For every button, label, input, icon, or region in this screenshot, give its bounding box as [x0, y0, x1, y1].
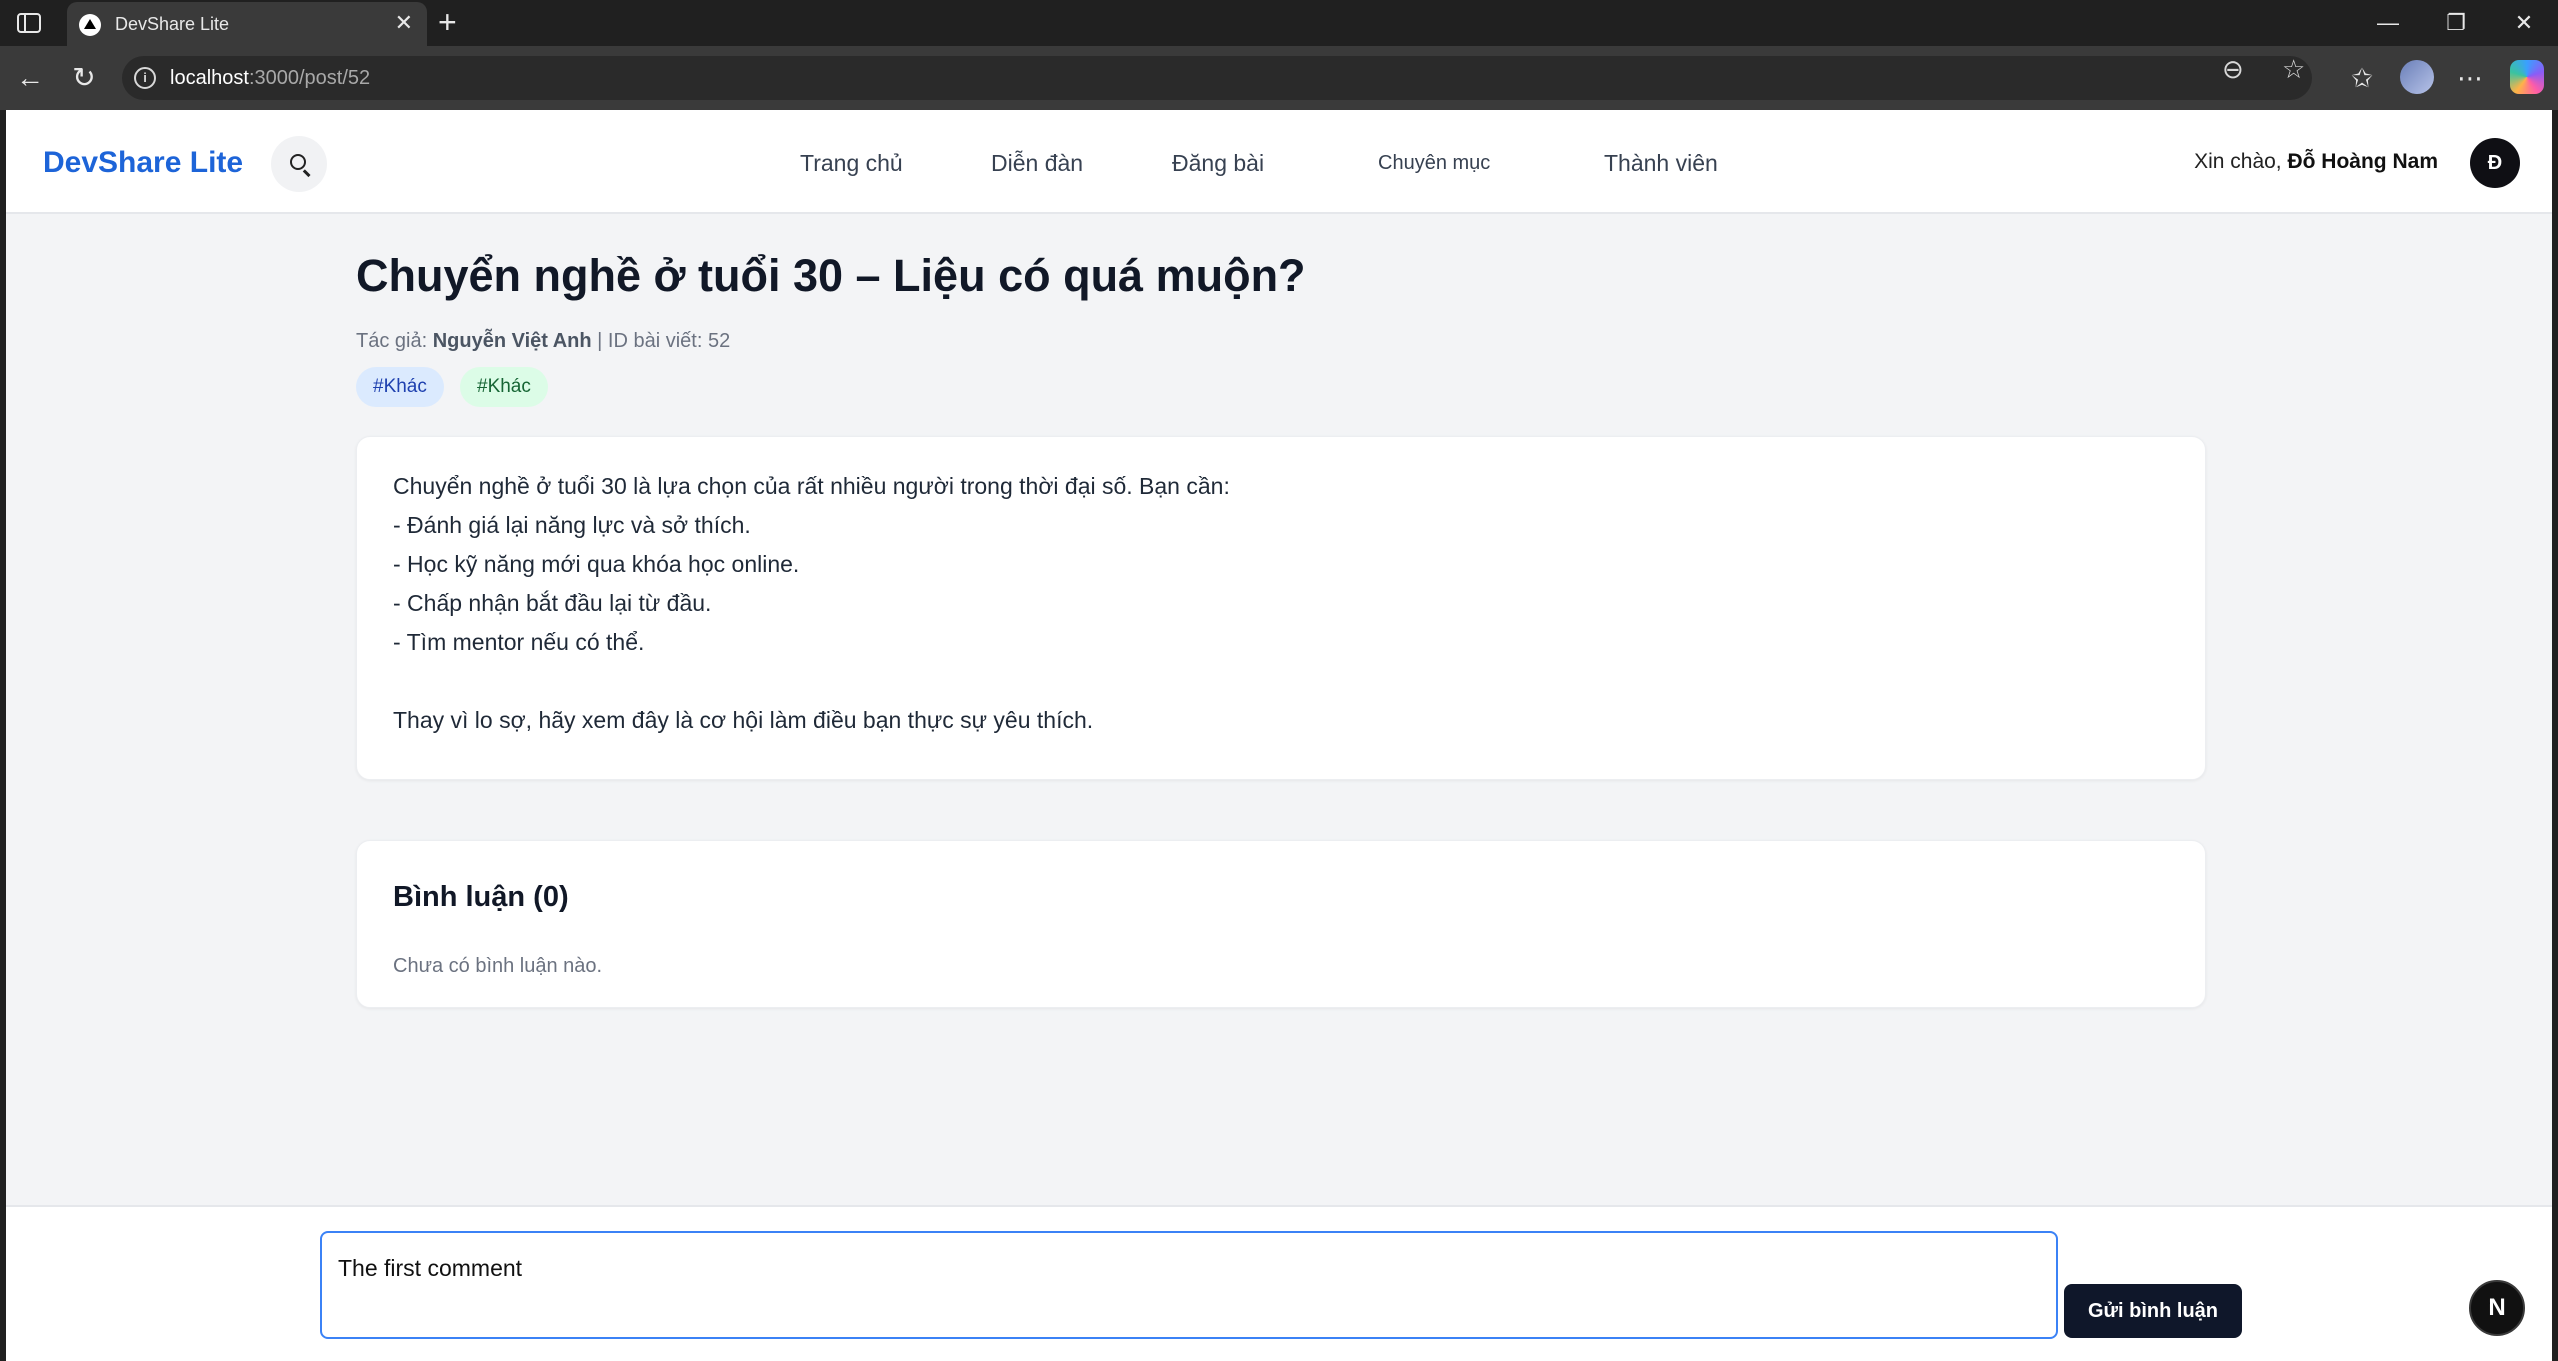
search-button[interactable] — [271, 136, 327, 192]
nextjs-favicon-icon — [79, 14, 101, 36]
content-line: - Học kỹ năng mới qua khóa học online. — [393, 551, 800, 577]
nav-members[interactable]: Thành viên — [1604, 150, 1718, 177]
nav-forum[interactable]: Diễn đàn — [991, 150, 1083, 177]
browser-tab-bar: DevShare Lite ✕ + — ❐ ✕ — [0, 0, 2558, 46]
site-info-icon[interactable]: i — [134, 67, 156, 89]
reload-icon[interactable]: ↻ — [66, 60, 102, 96]
page-title: Chuyển nghề ở tuổi 30 – Liệu có quá muộn… — [356, 250, 1306, 301]
comments-title: Bình luận (0) — [393, 881, 569, 913]
tab-close-icon[interactable]: ✕ — [395, 12, 413, 34]
content-line: - Đánh giá lại năng lực và sở thích. — [393, 512, 751, 538]
tag-badge[interactable]: #Khác — [356, 367, 444, 407]
url-text[interactable]: localhost:3000/post/52 — [170, 67, 370, 90]
content-line: - Chấp nhận bắt đầu lại từ đầu. — [393, 590, 712, 616]
post-meta: Tác giả: Nguyễn Việt Anh | ID bài viết: … — [356, 330, 731, 352]
content-line: - Tìm mentor nếu có thể. — [393, 629, 645, 655]
user-name: Đỗ Hoàng Nam — [2287, 150, 2438, 173]
site-header: DevShare Lite Trang chủ Diễn đàn Đăng bà… — [6, 110, 2552, 214]
nav-categories[interactable]: Chuyên mục — [1378, 152, 1490, 175]
sidebar-toggle-icon[interactable] — [16, 11, 42, 35]
content-line: Thay vì lo sợ, hãy xem đây là cơ hội làm… — [393, 707, 1094, 733]
more-menu-icon[interactable]: ⋯ — [2452, 60, 2488, 96]
address-bar[interactable]: i localhost:3000/post/52 — [122, 56, 2312, 100]
search-icon — [290, 154, 306, 170]
comment-input[interactable]: The first comment — [320, 1231, 2058, 1339]
submit-comment-button[interactable]: Gửi bình luận — [2064, 1284, 2242, 1338]
tab-title: DevShare Lite — [115, 14, 230, 34]
avatar[interactable]: Đ — [2470, 138, 2520, 188]
content-line: Chuyển nghề ở tuổi 30 là lựa chọn của rấ… — [393, 473, 1230, 499]
close-window-button[interactable]: ✕ — [2504, 6, 2544, 40]
user-greeting: Xin chào, Đỗ Hoàng Nam — [2194, 150, 2438, 173]
comments-empty-text: Chưa có bình luận nào. — [393, 955, 603, 977]
tag-badge[interactable]: #Khác — [460, 367, 548, 407]
post-content-card: Chuyển nghề ở tuổi 30 là lựa chọn của rấ… — [356, 436, 2206, 780]
nextjs-dev-badge[interactable]: N — [2469, 1280, 2525, 1336]
comments-card: Bình luận (0) Chưa có bình luận nào. — [356, 840, 2206, 1008]
minimize-button[interactable]: — — [2368, 6, 2408, 40]
nav-create-post[interactable]: Đăng bài — [1172, 150, 1264, 177]
read-aloud-icon[interactable]: ⊖ — [2222, 56, 2244, 82]
browser-tab[interactable]: DevShare Lite ✕ — [67, 2, 427, 46]
copilot-icon[interactable] — [2510, 60, 2544, 94]
profile-avatar-icon[interactable] — [2400, 60, 2434, 94]
restore-button[interactable]: ❐ — [2436, 6, 2476, 40]
favorite-star-icon[interactable]: ☆ — [2282, 56, 2305, 82]
new-tab-button[interactable]: + — [438, 6, 457, 38]
browser-toolbar: ← ↻ i localhost:3000/post/52 ⊖ ☆ ✩ ⋯ — [0, 46, 2558, 110]
brand-logo[interactable]: DevShare Lite — [43, 146, 243, 180]
favorites-icon[interactable]: ✩ — [2344, 60, 2380, 96]
page-viewport: DevShare Lite Trang chủ Diễn đàn Đăng bà… — [6, 110, 2552, 1361]
back-icon[interactable]: ← — [12, 60, 48, 96]
author-name: Nguyễn Việt Anh — [432, 330, 592, 352]
nav-home[interactable]: Trang chủ — [800, 150, 903, 177]
